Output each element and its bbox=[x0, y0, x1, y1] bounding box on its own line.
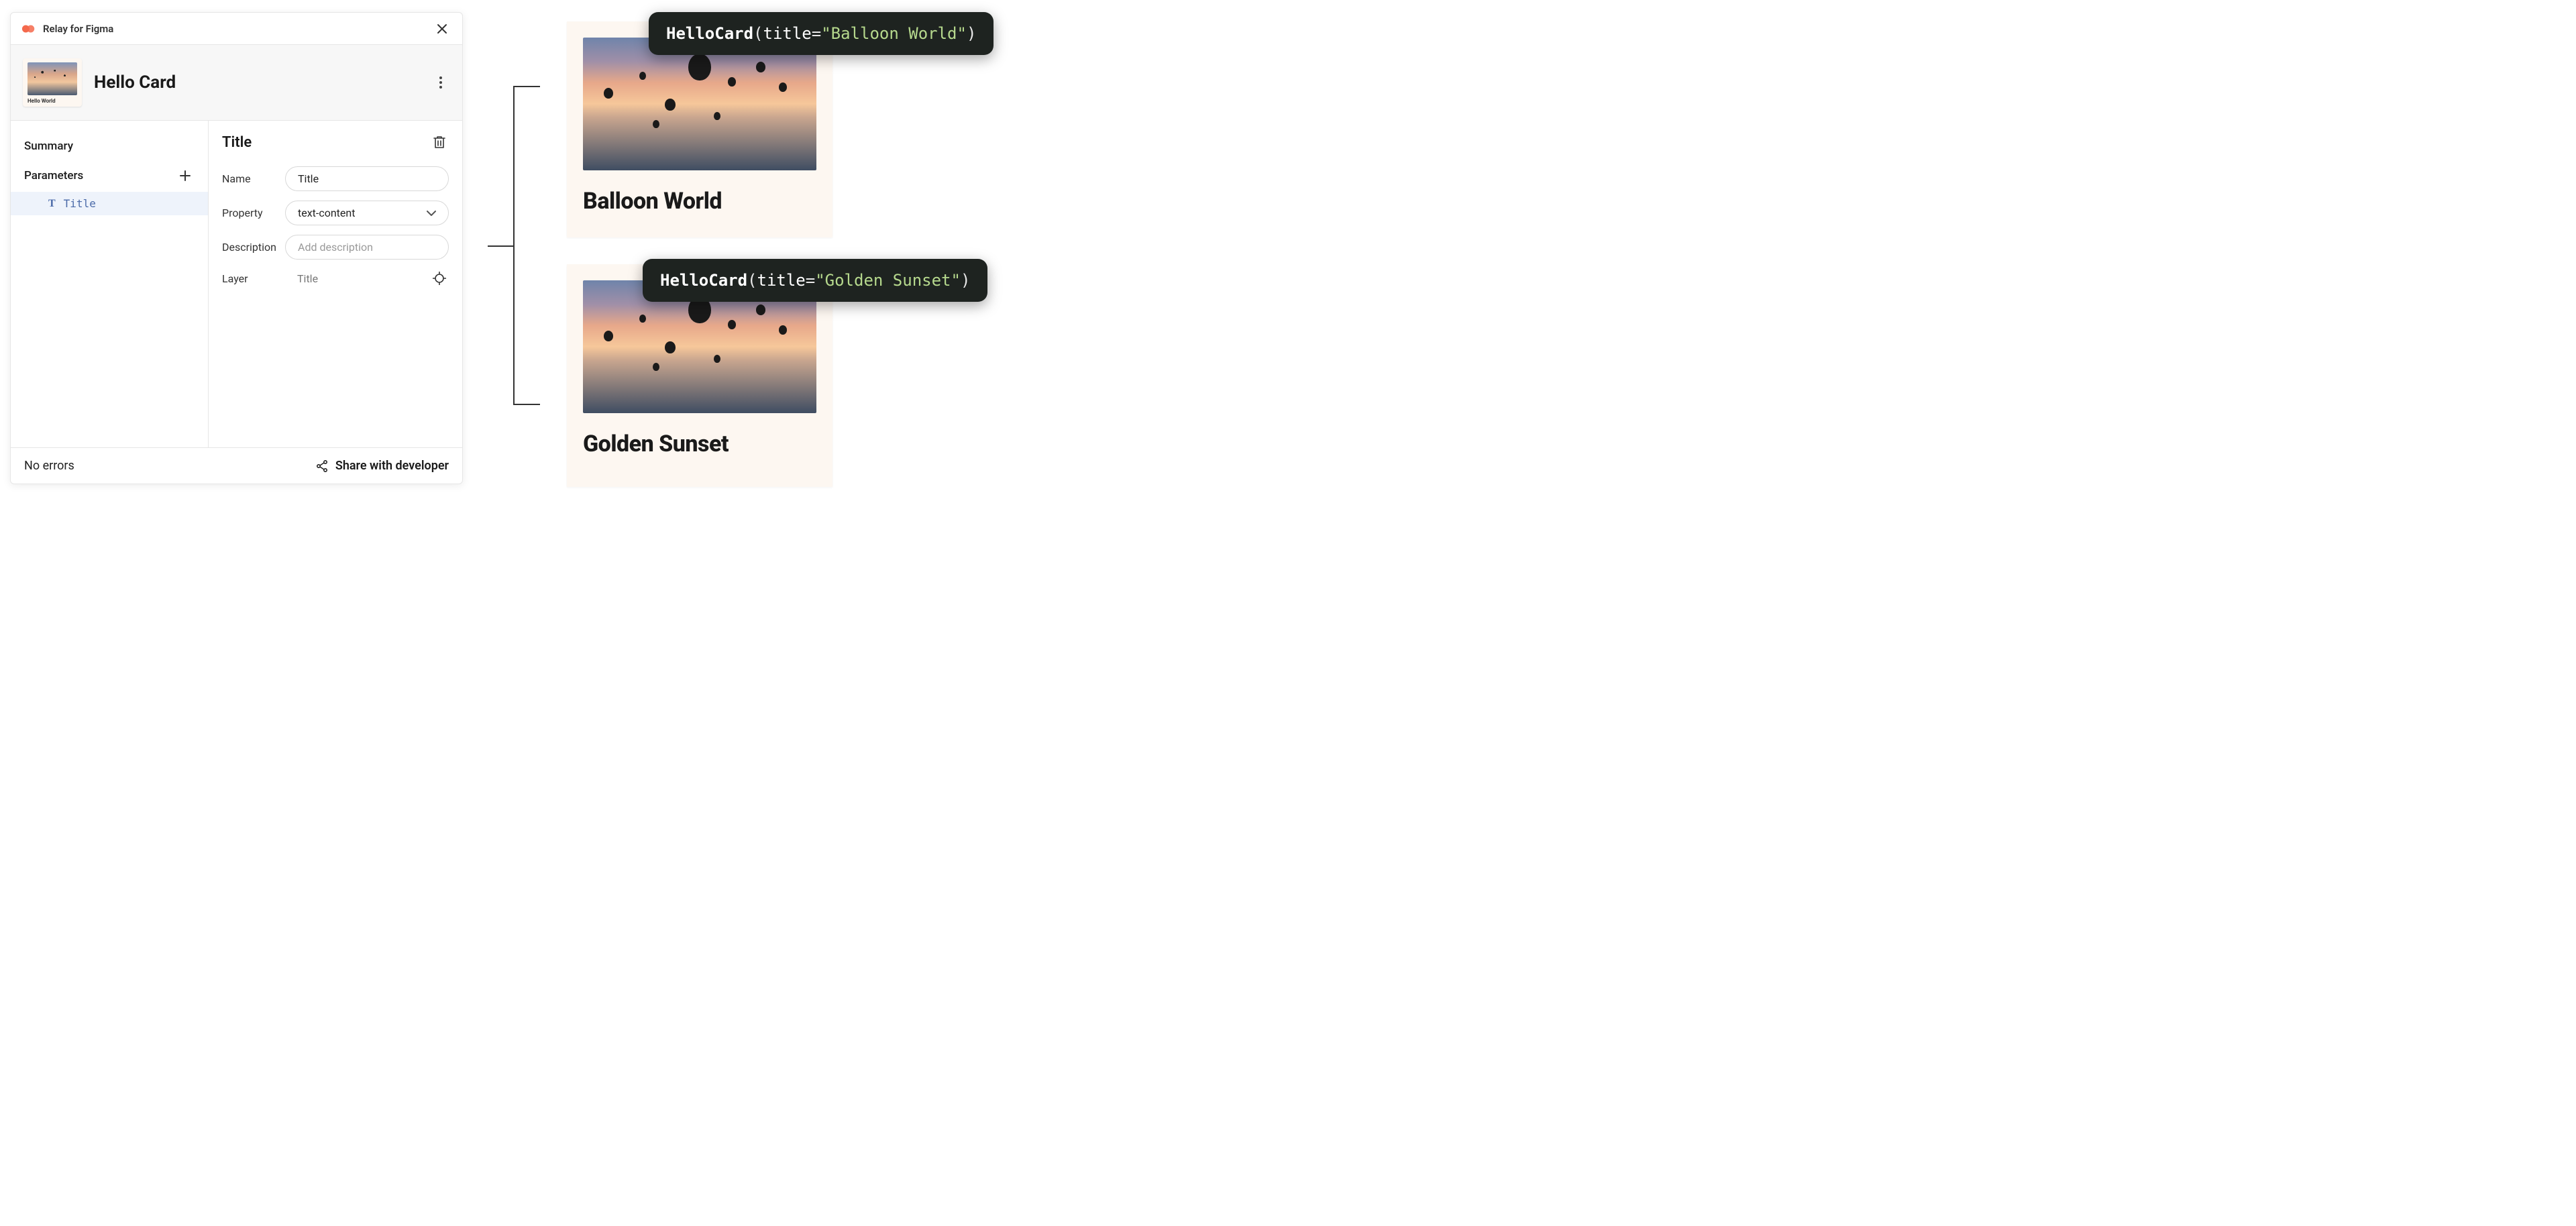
code-snippet-2: HelloCard(title="Golden Sunset") bbox=[643, 259, 987, 302]
share-label: Share with developer bbox=[335, 459, 449, 473]
param-label: Title bbox=[64, 197, 96, 210]
description-row: Description bbox=[222, 235, 449, 260]
locate-layer-button[interactable] bbox=[430, 269, 449, 288]
plus-icon bbox=[180, 170, 191, 181]
sidebar: Summary Parameters T Title bbox=[11, 121, 209, 447]
sidebar-parameters[interactable]: Parameters bbox=[11, 160, 208, 192]
code-str: "Golden Sunset" bbox=[815, 271, 961, 290]
delete-parameter-button[interactable] bbox=[430, 133, 449, 152]
description-label: Description bbox=[222, 241, 274, 254]
chevron-down-icon bbox=[427, 211, 436, 216]
error-status: No errors bbox=[24, 459, 315, 473]
detail-pane: Title Name Property text-content bbox=[209, 121, 462, 447]
code-snippet-1: HelloCard(title="Balloon World") bbox=[649, 12, 994, 55]
property-value: text-content bbox=[298, 207, 355, 219]
close-button[interactable] bbox=[433, 19, 451, 38]
thumbnail-image bbox=[28, 62, 77, 95]
trash-icon bbox=[433, 135, 445, 149]
name-label: Name bbox=[222, 172, 274, 185]
component-thumbnail: Hello World bbox=[23, 58, 82, 107]
card-image bbox=[583, 38, 816, 170]
sidebar-param-title[interactable]: T Title bbox=[11, 192, 208, 215]
layer-label: Layer bbox=[222, 272, 274, 285]
code-arg: title bbox=[757, 271, 806, 290]
card-caption: Golden Sunset bbox=[583, 431, 816, 457]
relay-logo-icon bbox=[21, 24, 36, 34]
plugin-title: Relay for Figma bbox=[43, 23, 113, 35]
layer-row: Layer Title bbox=[222, 269, 449, 288]
property-row: Property text-content bbox=[222, 201, 449, 225]
code-arg: title bbox=[763, 24, 812, 43]
kebab-icon bbox=[439, 76, 442, 89]
description-input[interactable] bbox=[285, 235, 449, 260]
detail-heading: Title bbox=[222, 134, 430, 151]
detail-header: Title bbox=[222, 133, 449, 152]
connector-bracket bbox=[513, 86, 540, 405]
panel-body: Summary Parameters T Title Title bbox=[11, 121, 462, 447]
property-label: Property bbox=[222, 207, 274, 219]
share-with-developer-button[interactable]: Share with developer bbox=[315, 459, 449, 473]
panel-footer: No errors Share with developer bbox=[11, 447, 462, 484]
add-parameter-button[interactable] bbox=[176, 166, 195, 185]
property-select[interactable]: text-content bbox=[285, 201, 449, 225]
component-name: Hello Card bbox=[94, 72, 431, 93]
thumbnail-caption: Hello World bbox=[28, 98, 77, 104]
card-caption: Balloon World bbox=[583, 188, 816, 215]
relay-plugin-panel: Relay for Figma Hello World Hello Card S… bbox=[10, 12, 463, 484]
text-type-icon: T bbox=[48, 198, 56, 210]
sidebar-summary[interactable]: Summary bbox=[11, 133, 208, 160]
code-str: "Balloon World" bbox=[821, 24, 967, 43]
component-header: Hello World Hello Card bbox=[11, 45, 462, 121]
close-icon bbox=[437, 23, 447, 34]
code-fn: HelloCard bbox=[660, 271, 747, 290]
layer-value: Title bbox=[285, 272, 318, 285]
code-fn: HelloCard bbox=[666, 24, 753, 43]
share-icon bbox=[315, 459, 329, 473]
crosshair-icon bbox=[433, 272, 446, 285]
panel-titlebar: Relay for Figma bbox=[11, 13, 462, 45]
name-row: Name bbox=[222, 166, 449, 191]
parameters-label: Parameters bbox=[24, 169, 176, 182]
summary-label: Summary bbox=[24, 140, 195, 153]
name-input[interactable] bbox=[285, 166, 449, 191]
component-menu-button[interactable] bbox=[431, 73, 450, 92]
